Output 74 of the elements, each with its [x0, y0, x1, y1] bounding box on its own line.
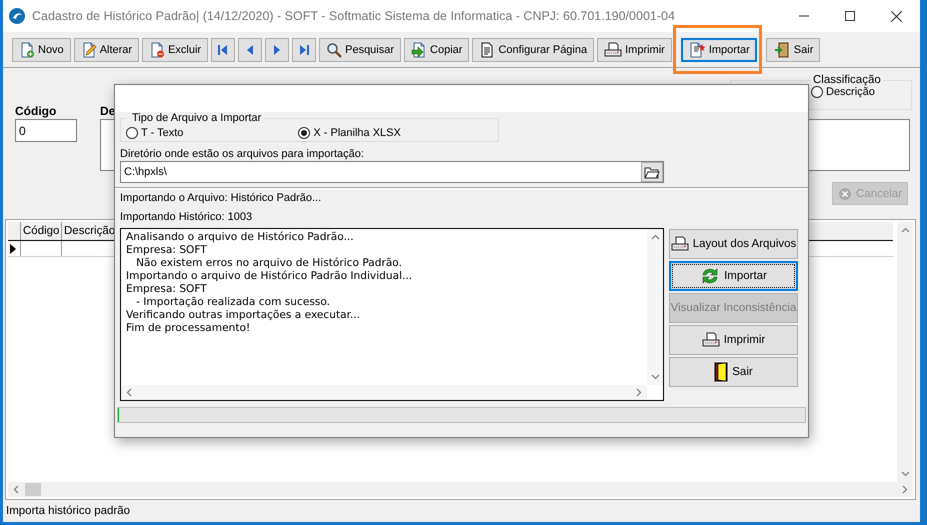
window-title: Cadastro de Histórico Padrão| (14/12/2020) - SOFT - Softmatic Sistema de Informatica - CNPJ: 60.701.190/0001-04 [32, 9, 676, 23]
maximize-button[interactable] [845, 11, 855, 21]
nav-button[interactable] [292, 38, 316, 62]
dialog-button[interactable]: Importar [669, 261, 798, 291]
scroll-up-icon [900, 226, 910, 235]
scroll-right-icon [634, 388, 643, 397]
toolbar-button[interactable]: Pesquisar [319, 38, 402, 62]
group-label: Tipo de Arquivo a Importar [131, 112, 262, 124]
door-icon [714, 362, 728, 382]
door-icon [772, 42, 791, 58]
document-arrow-icon [411, 42, 428, 58]
scroll-down-icon [650, 372, 660, 381]
scrollbar[interactable] [8, 482, 913, 497]
radio-button[interactable]: Descrição [811, 86, 875, 98]
nav-button[interactable] [211, 38, 236, 62]
dialog-button[interactable]: Layout dos Arquivos [669, 229, 798, 259]
input-field[interactable]: C:\hpxls\ [120, 161, 664, 183]
field-label: Código [15, 104, 56, 119]
dialog-button[interactable]: Imprimir [669, 325, 798, 355]
log-line: Importando o arquivo de Histórico Padrão Individual... [126, 270, 414, 283]
group-label: Classificação [812, 74, 882, 86]
toolbar-button[interactable]: Imprimir [597, 38, 672, 62]
scroll-left-icon [12, 485, 21, 494]
scroll-down-icon [900, 469, 910, 478]
search-icon [326, 42, 342, 58]
close-button[interactable] [891, 10, 902, 22]
skip-last-icon [297, 42, 312, 56]
log-line: Empresa: SOFT [126, 244, 208, 257]
document-icon [479, 42, 496, 58]
printer-icon [604, 42, 622, 58]
progress-message: Importando o Arquivo: Histórico Padrão... [120, 191, 322, 206]
toolbar-button[interactable]: Sair [766, 38, 820, 62]
dialog-button[interactable]: Sair [669, 357, 798, 387]
scroll-up-icon [650, 233, 660, 242]
toolbar-button[interactable]: Alterar [74, 38, 140, 62]
radio-button[interactable]: T - Texto [126, 126, 184, 138]
nav-button[interactable] [238, 38, 262, 62]
scrollbar[interactable] [121, 385, 647, 400]
nav-button[interactable] [265, 38, 290, 62]
browse-button[interactable] [641, 162, 663, 182]
status-text: Importa histórico padrão [6, 505, 130, 517]
log-line: Fim de processamento! [126, 322, 252, 335]
scrollbar-thumb[interactable] [25, 483, 41, 496]
toolbar-button[interactable]: Copiar [404, 38, 470, 62]
field-label: Diretório onde estão os arquivos para importação: [120, 148, 365, 161]
log-line: Analisando o arquivo de Histórico Padrão... [126, 231, 355, 244]
radio-button[interactable]: X - Planilha XLSX [298, 126, 401, 138]
refresh-icon [700, 267, 720, 285]
app-logo-icon [8, 7, 26, 25]
field-label: De [100, 104, 116, 119]
pencil-document-icon [80, 42, 97, 58]
toolbar-button[interactable]: Configurar Página [472, 38, 594, 62]
log-line: Empresa: SOFT [126, 283, 208, 296]
scrollbar[interactable] [647, 229, 663, 385]
folder-icon [644, 165, 660, 179]
log-line: Verificando outras importações a executar... [126, 309, 362, 322]
progress-message: Importando Histórico: 1003 [120, 210, 254, 225]
log-area[interactable] [120, 228, 664, 401]
column-header[interactable]: Código [21, 222, 62, 240]
printer-icon [702, 332, 720, 348]
toolbar-button[interactable]: Novo [12, 38, 71, 62]
log-line: Não existem erros no arquivo de Histórico Padrão. [135, 257, 403, 270]
document-plus-icon [19, 42, 35, 58]
document-minus-icon [149, 42, 166, 58]
cancel-icon [838, 186, 852, 200]
toolbar-button[interactable]: Excluir [142, 38, 208, 62]
scroll-left-icon [125, 388, 134, 397]
input-field[interactable]: 0 [15, 119, 77, 142]
printer-icon [670, 236, 689, 252]
log-line: - Importação realizada com sucesso. [135, 296, 332, 309]
scrollbar[interactable] [897, 222, 913, 482]
scroll-right-icon [900, 485, 909, 494]
document-star-icon [688, 42, 706, 58]
toolbar-button[interactable]: Importar [680, 38, 757, 62]
